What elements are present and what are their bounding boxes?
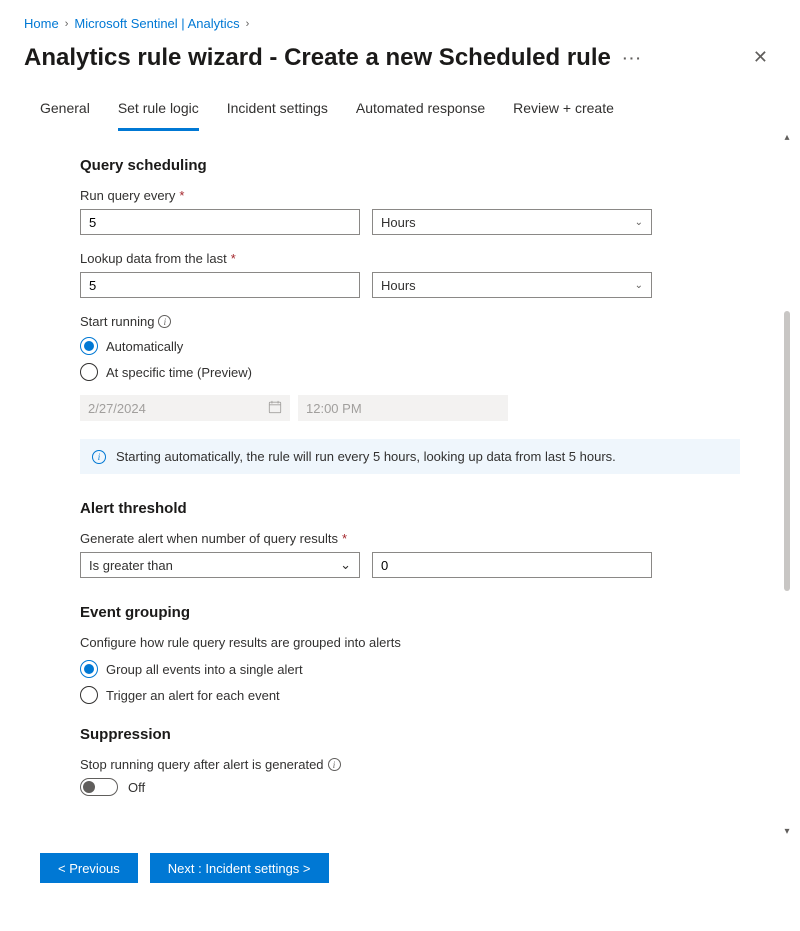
chevron-down-icon: ⌄: [340, 557, 351, 573]
run-every-input[interactable]: [80, 209, 360, 235]
breadcrumb-sentinel[interactable]: Microsoft Sentinel | Analytics: [74, 16, 239, 31]
tab-incident-settings[interactable]: Incident settings: [227, 90, 328, 131]
date-value: 2/27/2024: [88, 401, 146, 416]
lookup-value-input[interactable]: [80, 272, 360, 298]
chevron-right-icon: ›: [65, 18, 69, 30]
more-icon[interactable]: ···: [623, 50, 643, 66]
suppression-toggle[interactable]: [80, 778, 118, 796]
info-banner-text: Starting automatically, the rule will ru…: [116, 449, 616, 464]
label-lookup-data: Lookup data from the last*: [80, 251, 740, 266]
tab-review-create[interactable]: Review + create: [513, 90, 614, 131]
tabs: General Set rule logic Incident settings…: [0, 90, 800, 131]
chevron-right-icon: ›: [246, 18, 250, 30]
lookup-unit-select[interactable]: Hours ⌄: [372, 272, 652, 298]
radio-label-group-single: Group all events into a single alert: [106, 662, 303, 677]
radio-label-automatically: Automatically: [106, 339, 183, 354]
calendar-icon: [268, 400, 282, 417]
radio-automatically[interactable]: [80, 337, 98, 355]
close-icon: ✕: [753, 47, 768, 67]
previous-button[interactable]: < Previous: [40, 853, 138, 883]
label-run-query-every: Run query every*: [80, 188, 740, 203]
threshold-operator-select[interactable]: Is greater than ⌄: [80, 552, 360, 578]
label-suppression: Stop running query after alert is genera…: [80, 757, 740, 772]
tab-automated-response[interactable]: Automated response: [356, 90, 485, 131]
date-input: 2/27/2024: [80, 395, 290, 421]
tab-set-rule-logic[interactable]: Set rule logic: [118, 90, 199, 131]
threshold-value-input[interactable]: [372, 552, 652, 578]
info-icon: i: [92, 450, 106, 464]
radio-specific-time[interactable]: [80, 363, 98, 381]
next-button[interactable]: Next : Incident settings >: [150, 853, 329, 883]
radio-trigger-each[interactable]: [80, 686, 98, 704]
breadcrumb: Home › Microsoft Sentinel | Analytics ›: [0, 0, 800, 37]
breadcrumb-home[interactable]: Home: [24, 16, 59, 31]
label-generate-alert: Generate alert when number of query resu…: [80, 531, 740, 546]
chevron-down-icon: ⌄: [635, 217, 643, 228]
time-input: 12:00 PM: [298, 395, 508, 421]
info-banner: i Starting automatically, the rule will …: [80, 439, 740, 474]
select-value: Hours: [381, 278, 416, 293]
select-value: Hours: [381, 215, 416, 230]
select-value: Is greater than: [89, 558, 173, 573]
info-icon[interactable]: i: [158, 315, 171, 328]
footer: < Previous Next : Incident settings >: [0, 839, 800, 897]
section-suppression: Suppression: [80, 726, 740, 743]
section-alert-threshold: Alert threshold: [80, 500, 740, 517]
scroll-up-icon[interactable]: ▴: [784, 131, 789, 145]
section-event-grouping: Event grouping: [80, 604, 740, 621]
scroll-down-icon[interactable]: ▾: [784, 825, 789, 839]
chevron-down-icon: ⌄: [635, 280, 643, 291]
info-icon[interactable]: i: [328, 758, 341, 771]
label-start-running: Start running i: [80, 314, 740, 329]
content-panel: Query scheduling Run query every* Hours …: [0, 131, 800, 839]
time-value: 12:00 PM: [306, 401, 362, 416]
page-header: Analytics rule wizard - Create a new Sch…: [0, 37, 800, 90]
radio-label-specific-time: At specific time (Preview): [106, 365, 252, 380]
radio-group-single[interactable]: [80, 660, 98, 678]
scroll-thumb[interactable]: [784, 311, 790, 591]
toggle-state: Off: [128, 780, 145, 795]
radio-label-trigger-each: Trigger an alert for each event: [106, 688, 280, 703]
page-title: Analytics rule wizard - Create a new Sch…: [24, 44, 611, 72]
close-button[interactable]: ✕: [745, 43, 776, 72]
section-query-scheduling: Query scheduling: [80, 157, 740, 174]
event-grouping-desc: Configure how rule query results are gro…: [80, 635, 740, 650]
tab-general[interactable]: General: [40, 90, 90, 131]
run-every-unit-select[interactable]: Hours ⌄: [372, 209, 652, 235]
scrollbar[interactable]: ▴ ▾: [780, 131, 794, 839]
